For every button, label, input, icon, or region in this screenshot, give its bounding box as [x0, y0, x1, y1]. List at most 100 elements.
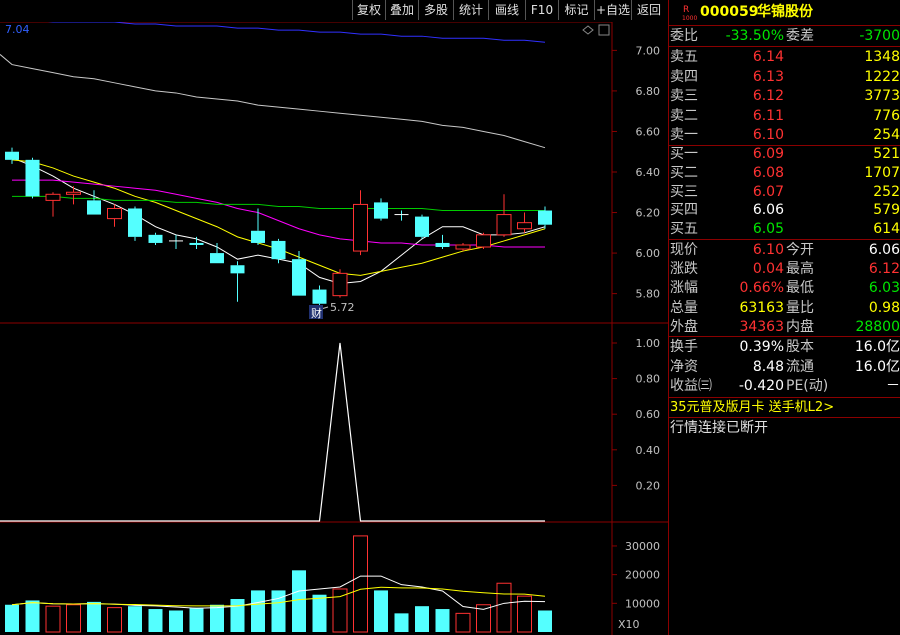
volume-bar[interactable]	[538, 610, 552, 632]
candlestick[interactable]	[25, 157, 40, 199]
volume-bar[interactable]	[415, 606, 429, 632]
stat-value: -0.420	[738, 378, 784, 394]
candlestick[interactable]	[66, 186, 81, 205]
ask-label: 卖三	[670, 88, 698, 104]
candlestick[interactable]	[496, 194, 512, 237]
candlestick[interactable]	[476, 232, 491, 250]
f10-button[interactable]: F10	[525, 0, 558, 20]
bid-level-row[interactable]: 买二 6.08 1707	[669, 163, 900, 183]
draw-line-button[interactable]: 画线	[488, 0, 525, 20]
candlestick[interactable]	[332, 269, 348, 298]
candle-body	[5, 151, 19, 160]
bid-price: 6.07	[752, 183, 784, 200]
price-tick-label: 6.40	[636, 166, 661, 179]
candlestick[interactable]	[415, 214, 429, 239]
window-icon[interactable]	[598, 24, 610, 36]
promo-link[interactable]: 35元普及版月卡 送手机L2>	[670, 398, 834, 418]
ask-level-row[interactable]: 卖二 6.11 776	[669, 106, 900, 126]
low-price-marker: 5.72	[330, 301, 355, 314]
stat-label: 流通	[786, 358, 814, 375]
bid-level-row[interactable]: 买四 6.06 579	[669, 200, 900, 220]
statistics-button[interactable]: 统计	[453, 0, 488, 20]
mark-button[interactable]: 标记	[558, 0, 594, 20]
stat-label: 最高	[786, 261, 814, 278]
price-tick-label: 7.00	[636, 44, 661, 57]
volume-bar[interactable]	[189, 607, 204, 632]
volume-bar[interactable]	[25, 600, 40, 632]
kline-chart-area[interactable]: 7.04 7.00 6.80 6.60 6.40 6.20 6.00 5.80 1.00 0.…	[0, 0, 668, 635]
candlestick[interactable]	[374, 198, 388, 221]
candlestick[interactable]	[169, 234, 183, 250]
candlestick[interactable]	[271, 238, 286, 264]
ask-level-row[interactable]: 卖三 6.12 3773	[669, 86, 900, 106]
volume-bar[interactable]	[292, 570, 306, 632]
candlestick[interactable]	[435, 234, 450, 250]
volume-bar[interactable]	[496, 582, 512, 633]
indicator-line	[0, 342, 545, 522]
ask-price: 6.11	[752, 107, 784, 124]
volume-bar[interactable]	[107, 607, 122, 633]
indicator-tick-label: 0.40	[636, 444, 661, 457]
candlestick[interactable]	[517, 212, 532, 233]
volume-bar[interactable]	[128, 606, 142, 632]
ask-volume: 3773	[864, 88, 900, 104]
volume-bar[interactable]	[312, 594, 327, 632]
volume-bar[interactable]	[5, 604, 19, 632]
volume-bar[interactable]	[455, 612, 471, 633]
volume-bar[interactable]	[353, 535, 368, 633]
candlestick[interactable]	[5, 147, 19, 164]
volume-bar[interactable]	[394, 613, 409, 632]
candlestick[interactable]	[128, 206, 142, 241]
volume-bar[interactable]	[45, 605, 61, 633]
candlestick[interactable]	[353, 190, 368, 256]
bid-level-row[interactable]: 买五 6.05 614	[669, 219, 900, 239]
stat-value: 0.98	[868, 299, 900, 316]
volume-bar[interactable]	[87, 601, 101, 632]
stat-label: PE(动)	[786, 378, 829, 394]
kline-chart-svg[interactable]: 7.04 7.00 6.80 6.60 6.40 6.20 6.00 5.80 1.00 0.…	[0, 0, 668, 635]
add-watchlist-button[interactable]: +自选	[594, 0, 631, 20]
candle-body	[25, 159, 40, 197]
volume-bar[interactable]	[251, 590, 265, 632]
ratio-value: -33.50%	[725, 28, 784, 44]
volume-bar[interactable]	[148, 609, 163, 632]
back-button[interactable]: 返回	[631, 0, 666, 20]
fuquan-button[interactable]: 复权	[352, 0, 385, 20]
indicator-tick-label: 0.80	[636, 373, 661, 386]
promo-row[interactable]: 35元普及版月卡 送手机L2>	[669, 398, 900, 418]
candlestick[interactable]	[148, 232, 163, 245]
candle-body	[312, 289, 327, 304]
candlestick[interactable]	[230, 261, 245, 302]
finance-tag[interactable]: 财	[311, 306, 322, 320]
candlestick[interactable]	[394, 210, 409, 221]
candlestick[interactable]	[45, 192, 61, 217]
ask-label: 卖四	[670, 68, 698, 85]
candlestick[interactable]	[189, 236, 204, 250]
diamond-icon[interactable]	[582, 25, 594, 35]
volume-tick-label: 20000	[625, 569, 660, 582]
volume-bar[interactable]	[230, 599, 245, 632]
chart-corner-icons[interactable]	[582, 24, 610, 36]
volume-bar[interactable]	[66, 604, 81, 633]
volume-bar[interactable]	[332, 588, 348, 633]
candle-body	[107, 207, 122, 220]
candlestick[interactable]	[107, 204, 122, 227]
candle-body	[189, 242, 204, 245]
volume-bar[interactable]	[169, 610, 183, 632]
volume-bar[interactable]	[374, 590, 388, 632]
overlay-button[interactable]: 叠加	[385, 0, 418, 20]
bid-level-row[interactable]: 买三 6.07 252	[669, 182, 900, 202]
candlestick[interactable]	[292, 251, 306, 296]
volume-unit-label: X10	[618, 618, 640, 631]
ask-level-row[interactable]: 卖五 6.14 1348	[669, 47, 900, 67]
volume-bar[interactable]	[435, 609, 450, 632]
volume-bar[interactable]	[210, 604, 224, 632]
candlestick[interactable]	[210, 242, 224, 264]
bid-level-row[interactable]: 买一 6.09 521	[669, 144, 900, 164]
bid-price: 6.06	[752, 202, 784, 219]
ask-level-row[interactable]: 卖四 6.13 1222	[669, 67, 900, 87]
ask-level-row[interactable]: 卖一 6.10 254	[669, 125, 900, 145]
multi-stock-button[interactable]: 多股	[418, 0, 453, 20]
candlestick[interactable]	[538, 206, 552, 229]
chart-toolbar: 复权 叠加 多股 统计 画线 F10 标记 +自选 返回	[0, 0, 668, 22]
